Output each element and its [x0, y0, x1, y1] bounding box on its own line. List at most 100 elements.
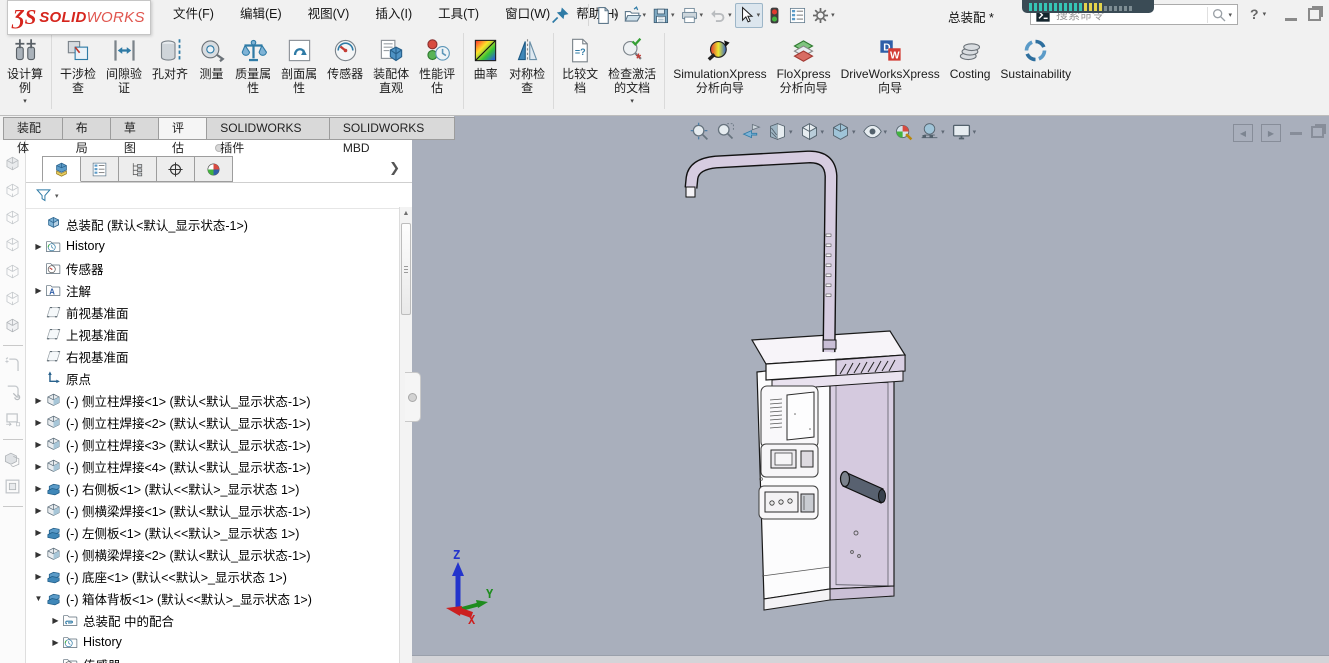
pane-left-button[interactable]: ◀	[1233, 124, 1253, 142]
driveworksxpress-wizard-button[interactable]: DWDriveWorksXpress 向导	[836, 29, 945, 95]
curvature-button[interactable]: 曲率	[467, 29, 504, 95]
graphics-area[interactable]: ▾▾▾▾▾▾ ◀ ▶	[412, 116, 1329, 663]
dropdown-arrow-icon[interactable]: ▾	[630, 97, 634, 105]
dropdown-arrow-icon[interactable]: ▾	[614, 11, 618, 19]
tree-row[interactable]: ▶总装配 中的配合	[26, 609, 398, 631]
displaymanager-tab[interactable]	[194, 156, 233, 182]
tree-row[interactable]: 前视基准面	[26, 301, 398, 323]
filter-dropdown-arrow[interactable]: ▾	[55, 192, 59, 200]
tree-row[interactable]: ▶(-) 侧立柱焊接<1> (默认<默认_显示状态-1>)	[26, 389, 398, 411]
menu-3[interactable]: 插入(I)	[362, 0, 425, 29]
tree-row[interactable]: ▼(-) 箱体背板<1> (默认<<默认>_显示状态 1>)	[26, 587, 398, 609]
design-study-button[interactable]: 设计算 例▾	[2, 29, 48, 105]
tree-row[interactable]: ▶(-) 侧立柱焊接<2> (默认<默认_显示状态-1>)	[26, 411, 398, 433]
panel-splitter-handle[interactable]	[405, 372, 421, 422]
dropdown-arrow-icon[interactable]: ▾	[671, 11, 675, 19]
floxpress-wizard-button[interactable]: FloXpress 分析向导	[772, 29, 836, 95]
help-button[interactable]: ?▾	[1250, 6, 1267, 22]
tree-expand-arrow[interactable]: ▶	[49, 638, 62, 647]
tree-row[interactable]: ▶(-) 侧立柱焊接<4> (默认<默认_显示状态-1>)	[26, 455, 398, 477]
tree-row[interactable]: 总装配 (默认<默认_显示状态-1>)	[26, 213, 398, 235]
dropdown-arrow-icon[interactable]: ▾	[831, 11, 835, 19]
scrollbar-up-arrow[interactable]: ▲	[400, 207, 412, 220]
clearance-verify-button[interactable]: 间隙验 证	[101, 29, 147, 95]
tab-3[interactable]: 评估	[158, 117, 207, 140]
wireframe-cube-icon[interactable]	[3, 262, 22, 281]
tree-expand-arrow[interactable]: ▶	[32, 550, 45, 559]
tree-row[interactable]: ▶(-) 左侧板<1> (默认<<默认>_显示状态 1>)	[26, 521, 398, 543]
dropdown-arrow-icon[interactable]: ▾	[728, 11, 732, 19]
tree-row[interactable]: 原点	[26, 367, 398, 389]
wireframe-cube-icon[interactable]	[3, 208, 22, 227]
wireframe-cube-icon[interactable]	[3, 235, 22, 254]
tree-expand-arrow[interactable]: ▶	[32, 484, 45, 493]
settings-gear-button[interactable]: ▾	[809, 3, 838, 28]
menu-1[interactable]: 编辑(E)	[227, 0, 295, 29]
tree-expand-arrow[interactable]: ▶	[32, 506, 45, 515]
tree-row[interactable]: 传感器	[26, 653, 398, 663]
check-active-document-button[interactable]: *检查激活 的文档▾	[603, 29, 661, 105]
dropdown-arrow-icon[interactable]: ▾	[973, 128, 977, 136]
tree-row[interactable]: ▶(-) 底座<1> (默认<<默认>_显示状态 1>)	[26, 565, 398, 587]
tree-expand-arrow[interactable]: ▶	[32, 572, 45, 581]
pane-right-button[interactable]: ▶	[1261, 124, 1281, 142]
rebuild-traffic-light-button[interactable]	[763, 3, 786, 28]
tree-expand-arrow[interactable]: ▶	[32, 418, 45, 427]
cad-model[interactable]	[612, 134, 942, 639]
tree-row[interactable]: ▶A注解	[26, 279, 398, 301]
sensor-button[interactable]: 传感器	[322, 29, 368, 95]
dropdown-arrow-icon[interactable]: ▾	[757, 11, 761, 19]
simulationxpress-wizard-button[interactable]: SimulationXpress 分析向导	[668, 29, 771, 95]
tree-row[interactable]: ▶(-) 侧立柱焊接<3> (默认<默认_显示状态-1>)	[26, 433, 398, 455]
tree-row[interactable]: ▶(-) 侧横梁焊接<1> (默认<默认_显示状态-1>)	[26, 499, 398, 521]
interference-check-button[interactable]: 干涉检 查	[55, 29, 101, 95]
document-restore-button[interactable]	[1311, 126, 1324, 138]
open-button[interactable]: ▾	[621, 3, 650, 28]
tree-row[interactable]: 传感器	[26, 257, 398, 279]
wireframe-cube-icon[interactable]	[3, 181, 22, 200]
tree-row[interactable]: 右视基准面	[26, 345, 398, 367]
view-settings-button[interactable]: ▾	[950, 120, 979, 143]
tree-expand-arrow[interactable]: ▶	[32, 440, 45, 449]
tree-expand-arrow[interactable]: ▶	[32, 528, 45, 537]
menu-2[interactable]: 视图(V)	[295, 0, 363, 29]
tree-expand-arrow[interactable]: ▶	[32, 396, 45, 405]
tree-expand-arrow[interactable]: ▶	[32, 242, 45, 251]
measure-button[interactable]: 测量	[193, 29, 230, 95]
filter-icon[interactable]	[35, 187, 52, 204]
rapid-sketch-icon[interactable]	[3, 410, 22, 429]
compare-documents-button[interactable]: =?比较文 档	[557, 29, 603, 105]
tab-4[interactable]: SOLIDWORKS 插件	[206, 117, 330, 140]
sketch-corner-icon[interactable]	[3, 356, 22, 375]
symmetry-check-button[interactable]: 对称检 查	[504, 29, 550, 95]
options-list-button[interactable]	[786, 3, 809, 28]
propertymanager-tab[interactable]	[80, 156, 119, 182]
dropdown-arrow-icon[interactable]: ▾	[23, 97, 27, 105]
tree-row[interactable]: 上视基准面	[26, 323, 398, 345]
sustainability-button[interactable]: Sustainability	[995, 29, 1076, 95]
tab-0[interactable]: 装配体	[3, 117, 63, 140]
tree-row[interactable]: ▶History	[26, 631, 398, 653]
dimxpert-tab[interactable]	[156, 156, 195, 182]
tree-expand-arrow[interactable]: ▶	[32, 286, 45, 295]
tree-expand-arrow[interactable]: ▼	[32, 594, 45, 603]
undo-button[interactable]: ▾	[706, 3, 735, 28]
save-button[interactable]: ▾	[649, 3, 678, 28]
tree-expand-arrow[interactable]: ▶	[32, 462, 45, 471]
shaded-edges-cube-icon[interactable]	[3, 316, 22, 335]
costing-button[interactable]: Costing	[945, 29, 996, 95]
configurationmanager-tab[interactable]	[118, 156, 157, 182]
tab-1[interactable]: 布局	[62, 117, 111, 140]
dropdown-arrow-icon[interactable]: ▾	[700, 11, 704, 19]
tree-row[interactable]: ▶History	[26, 235, 398, 257]
magnifier-icon[interactable]: ▾	[1207, 7, 1233, 23]
print-button[interactable]: ▾	[678, 3, 707, 28]
section-box-icon[interactable]	[3, 477, 22, 496]
performance-evaluation-button[interactable]: 性能评 估	[414, 29, 460, 95]
window-minimize-button[interactable]	[1285, 18, 1297, 21]
tab-5[interactable]: SOLIDWORKS MBD	[329, 117, 455, 140]
tab-2[interactable]: 草图	[110, 117, 159, 140]
tree-row[interactable]: ▶(-) 侧横梁焊接<2> (默认<默认_显示状态-1>)	[26, 543, 398, 565]
pin-icon[interactable]	[551, 5, 571, 25]
window-restore-button[interactable]	[1308, 8, 1321, 21]
